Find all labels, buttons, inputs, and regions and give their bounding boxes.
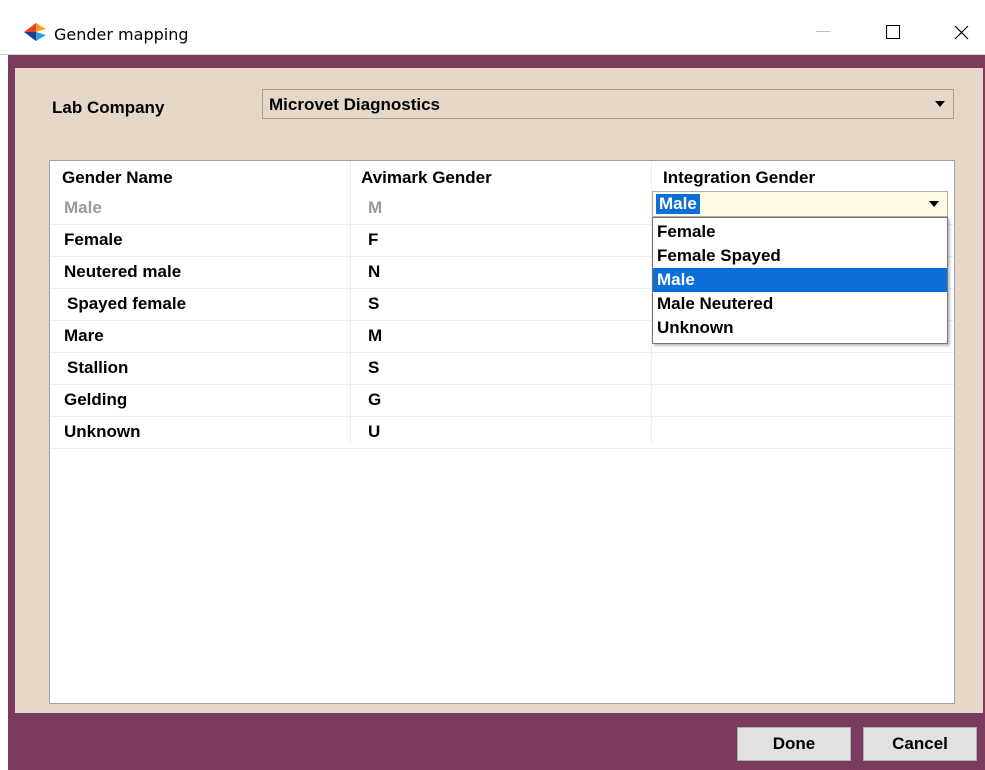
chevron-down-icon[interactable] — [929, 201, 939, 207]
lab-company-label: Lab Company — [52, 98, 165, 117]
gender-name-cell: Male — [64, 198, 102, 217]
gender-name-cell: Spayed female — [67, 294, 187, 313]
gender-name-cell: Neutered male — [64, 262, 182, 281]
table-row[interactable]: Unknown U — [50, 416, 954, 449]
gender-name-cell: Unknown — [64, 422, 141, 441]
column-header-integration-gender[interactable]: Integration Gender — [663, 168, 815, 188]
table-row[interactable]: Gelding G — [50, 384, 954, 417]
dropdown-option-male-neutered[interactable]: Male Neutered — [653, 292, 947, 316]
avimark-gender-cell: M — [368, 198, 383, 217]
app-logo-icon — [24, 23, 46, 41]
dropdown-option-unknown[interactable]: Unknown — [653, 316, 947, 340]
integration-gender-value[interactable]: Male — [656, 194, 700, 214]
minimize-icon — [816, 31, 830, 32]
minimize-button[interactable] — [800, 12, 846, 52]
done-button[interactable]: Done — [737, 727, 851, 761]
close-icon — [954, 25, 968, 39]
maximize-button[interactable] — [870, 12, 916, 52]
maximize-icon — [886, 25, 900, 39]
table-row[interactable]: Stallion S — [50, 352, 954, 385]
dropdown-option-male[interactable]: Male — [653, 268, 947, 292]
column-header-gender-name[interactable]: Gender Name — [62, 168, 173, 188]
gender-name-cell: Female — [64, 230, 123, 249]
avimark-gender-cell: S — [368, 358, 380, 377]
gender-name-cell: Stallion — [67, 358, 129, 377]
window-title: Gender mapping — [54, 25, 189, 44]
integration-gender-dropdown[interactable]: Female Female Spayed Male Male Neutered … — [652, 217, 948, 344]
avimark-gender-cell: S — [368, 294, 380, 313]
avimark-gender-cell: G — [368, 390, 382, 409]
gender-name-cell: Gelding — [64, 390, 128, 409]
title-bar: Gender mapping — [0, 0, 985, 55]
lab-company-value: Microvet Diagnostics — [269, 95, 440, 114]
gender-mapping-grid[interactable]: Gender Name Avimark Gender Integration G… — [49, 160, 955, 704]
dropdown-option-female-spayed[interactable]: Female Spayed — [653, 244, 947, 268]
avimark-gender-cell: U — [368, 422, 381, 441]
avimark-gender-cell: M — [368, 326, 383, 345]
dropdown-option-female[interactable]: Female — [653, 220, 947, 244]
integration-gender-combo[interactable]: Male — [652, 191, 948, 217]
cancel-button[interactable]: Cancel — [863, 727, 977, 761]
avimark-gender-cell: N — [368, 262, 381, 281]
chevron-down-icon[interactable] — [935, 101, 945, 107]
avimark-gender-cell: F — [368, 230, 379, 249]
close-button[interactable] — [938, 12, 984, 52]
lab-company-select[interactable]: Microvet Diagnostics — [262, 89, 954, 119]
column-header-avimark-gender[interactable]: Avimark Gender — [361, 168, 492, 188]
gender-name-cell: Mare — [64, 326, 104, 345]
